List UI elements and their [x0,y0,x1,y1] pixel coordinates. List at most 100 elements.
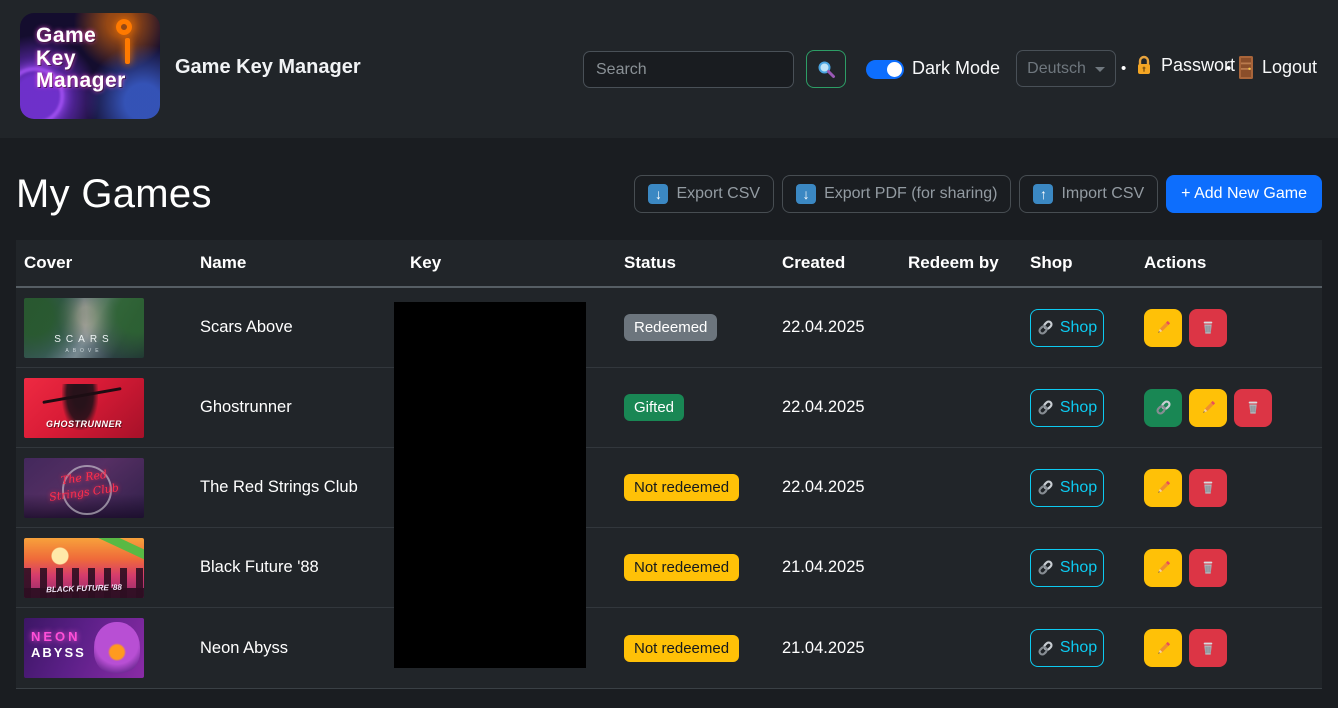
cover-art-text: BLACK FUTURE '88 [24,581,144,594]
language-dropdown[interactable]: Deutsch [1016,50,1116,87]
created-date: 21.04.2025 [774,639,900,658]
created-date: 22.04.2025 [774,398,900,417]
pencil-icon [1155,559,1172,576]
language-selected: Deutsch [1027,60,1086,78]
logout-label: Logout [1262,57,1317,78]
shop-label: Shop [1060,479,1097,497]
edit-button[interactable] [1189,389,1227,427]
table-body: SCARS ABOVE Scars Above Redeemed 22.04.20… [16,288,1322,688]
shop-label: Shop [1060,399,1097,417]
col-header-redeem-by: Redeem by [900,253,1022,273]
password-link[interactable]: Passwort [1135,55,1235,76]
game-name: Ghostrunner [192,398,402,417]
search-input[interactable] [583,51,794,88]
col-header-cover: Cover [16,253,192,273]
app-logo[interactable]: Game Key Manager [20,13,160,119]
delete-button[interactable] [1234,389,1272,427]
actions-cell [1144,389,1322,427]
status-badge: Redeemed [624,314,717,341]
cover-art-text: SCARS [24,334,144,345]
nav-separator: • [1226,60,1231,77]
link-icon [1037,640,1054,657]
logout-link[interactable]: Logout [1238,55,1317,80]
toolbar: ↓ Export CSV ↓ Export PDF (for sharing) … [634,175,1322,213]
navbar: Game Key Manager Game Key Manager Dark M… [0,0,1338,138]
col-header-status: Status [616,253,774,273]
delete-button[interactable] [1189,629,1227,667]
cover-art-text: ABOVE [24,348,144,354]
col-header-created: Created [774,253,900,273]
games-table: Cover Name Key Status Created Redeem by … [16,240,1322,689]
table-row: SCARS ABOVE Scars Above Redeemed 22.04.20… [16,288,1322,368]
link-icon [1037,319,1054,336]
logo-text: Game Key Manager [36,25,126,93]
pencil-icon [1155,479,1172,496]
shop-link-button[interactable]: Shop [1030,389,1104,427]
col-header-key: Key [402,253,616,273]
shop-link-button[interactable]: Shop [1030,549,1104,587]
delete-button[interactable] [1189,309,1227,347]
status-badge: Not redeemed [624,554,739,581]
table-header-row: Cover Name Key Status Created Redeem by … [16,240,1322,288]
shop-link-button[interactable]: Shop [1030,469,1104,507]
search-icon [816,59,836,79]
shop-label: Shop [1060,639,1097,657]
delete-button[interactable] [1189,469,1227,507]
created-date: 22.04.2025 [774,478,900,497]
redacted-key-overlay [394,302,586,668]
shop-label: Shop [1060,319,1097,337]
edit-button[interactable] [1144,549,1182,587]
actions-cell [1144,549,1322,587]
col-header-shop: Shop [1022,253,1136,273]
trash-icon [1200,319,1216,336]
link-icon [1037,559,1054,576]
actions-cell [1144,629,1322,667]
export-pdf-button[interactable]: ↓ Export PDF (for sharing) [782,175,1011,213]
game-name: Black Future '88 [192,558,402,577]
delete-button[interactable] [1189,549,1227,587]
table-row: BLACK FUTURE '88 Black Future '88 Not re… [16,528,1322,608]
trash-icon [1245,399,1261,416]
cover-art-text: GHOSTRUNNER [24,419,144,429]
trash-icon [1200,479,1216,496]
page-title: My Games [16,172,212,217]
edit-button[interactable] [1144,469,1182,507]
game-name: The Red Strings Club [192,478,402,497]
edit-button[interactable] [1144,309,1182,347]
table-row: GHOSTRUNNER Ghostrunner Gifted 22.04.202… [16,368,1322,448]
trash-icon [1200,640,1216,657]
game-cover-image: SCARS ABOVE [24,298,144,358]
upload-icon: ↑ [1033,184,1053,204]
app-title: Game Key Manager [175,56,361,79]
export-csv-button[interactable]: ↓ Export CSV [634,175,774,213]
door-icon [1238,55,1254,80]
edit-button[interactable] [1144,629,1182,667]
toggle-knob [887,62,902,77]
gift-link-button[interactable] [1144,389,1182,427]
dark-mode-toggle[interactable] [866,60,904,79]
download-icon: ↓ [648,184,668,204]
link-icon [1037,399,1054,416]
download-icon: ↓ [796,184,816,204]
pencil-icon [1155,319,1172,336]
col-header-name: Name [192,253,402,273]
game-name: Scars Above [192,318,402,337]
created-date: 21.04.2025 [774,558,900,577]
created-date: 22.04.2025 [774,318,900,337]
status-badge: Not redeemed [624,474,739,501]
import-csv-button[interactable]: ↑ Import CSV [1019,175,1158,213]
table-row: NEONABYSS Neon Abyss Not redeemed 21.04.… [16,608,1322,688]
add-new-game-button[interactable]: + Add New Game [1166,175,1322,213]
cover-art-text: NEON [31,629,81,644]
shop-link-button[interactable]: Shop [1030,309,1104,347]
game-cover-image: NEONABYSS [24,618,144,678]
col-header-actions: Actions [1136,253,1322,273]
game-cover-image: BLACK FUTURE '88 [24,538,144,598]
main-content: My Games ↓ Export CSV ↓ Export PDF (for … [0,168,1338,689]
search-button[interactable] [806,50,846,88]
link-icon [1155,399,1172,416]
actions-cell [1144,309,1322,347]
game-name: Neon Abyss [192,639,402,658]
shop-link-button[interactable]: Shop [1030,629,1104,667]
status-badge: Gifted [624,394,684,421]
